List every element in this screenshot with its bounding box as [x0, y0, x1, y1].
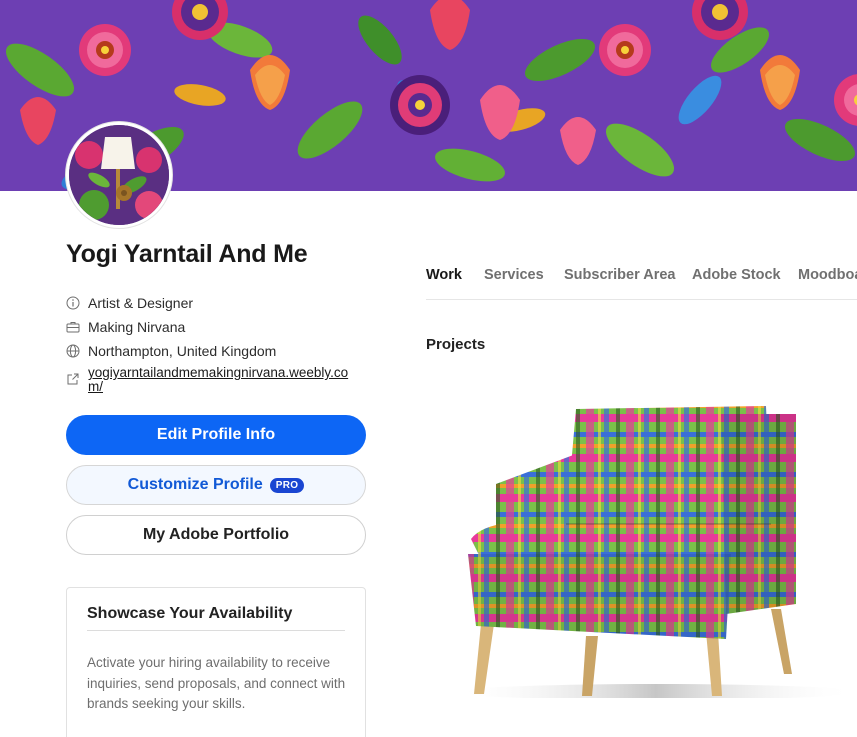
pro-badge: PRO — [269, 477, 305, 493]
customize-profile-button[interactable]: Customize Profile PRO — [66, 465, 366, 505]
website-row: yogiyarntailandmemakingnirvana.weebly.co… — [66, 366, 360, 394]
info-circle-icon — [66, 296, 80, 310]
profile-tabs: Work Services Subscriber Area Adobe Stoc… — [426, 267, 857, 300]
globe-icon — [66, 344, 80, 358]
website-link[interactable]: yogiyarntailandmemakingnirvana.weebly.co… — [88, 366, 360, 394]
availability-description: Activate your hiring availability to rec… — [87, 655, 346, 711]
occupation-row: Artist & Designer — [66, 295, 193, 311]
occupation-text: Artist & Designer — [88, 295, 194, 311]
adobe-portfolio-button[interactable]: My Adobe Portfolio — [66, 515, 366, 555]
location-text: Northampton, United Kingdom — [88, 343, 277, 359]
tab-subscriber-area[interactable]: Subscriber Area — [564, 267, 675, 299]
external-link-icon — [67, 373, 79, 385]
avatar-image — [69, 125, 169, 225]
tab-adobe-stock[interactable]: Adobe Stock — [692, 267, 781, 299]
adobe-portfolio-label: My Adobe Portfolio — [142, 526, 290, 543]
company-row: Making Nirvana — [66, 319, 185, 335]
projects-heading: Projects — [426, 336, 486, 353]
tab-moodboards[interactable]: Moodboards — [798, 267, 857, 299]
project-thumbnail — [426, 374, 857, 698]
briefcase-icon — [66, 322, 80, 333]
location-row: Northampton, United Kingdom — [66, 343, 276, 359]
avatar[interactable] — [66, 122, 172, 228]
tab-work[interactable]: Work — [426, 267, 462, 299]
customize-profile-label: Customize Profile — [127, 476, 263, 493]
company-text: Making Nirvana — [88, 319, 186, 335]
availability-title: Showcase Your Availability — [87, 605, 293, 622]
tab-services[interactable]: Services — [484, 267, 544, 299]
edit-profile-button[interactable]: Edit Profile Info — [66, 415, 366, 455]
availability-card: Showcase Your Availability Activate your… — [66, 587, 366, 737]
availability-divider — [87, 630, 345, 631]
project-card[interactable] — [426, 374, 857, 698]
edit-profile-label: Edit Profile Info — [156, 426, 276, 443]
profile-name: Yogi Yarntail And Me — [66, 240, 308, 268]
